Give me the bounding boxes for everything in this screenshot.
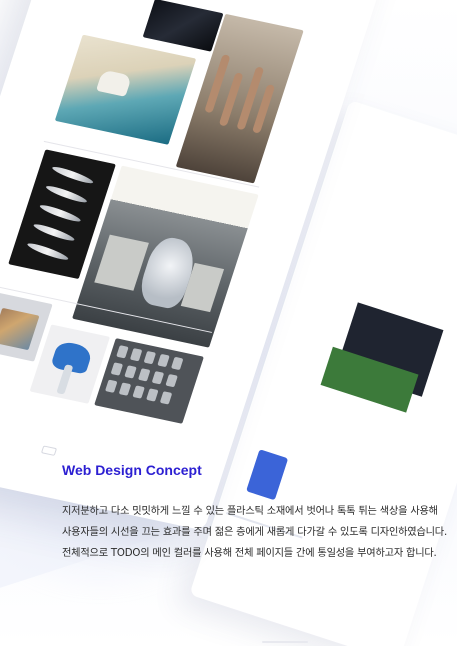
divider — [262, 641, 308, 643]
cup — [151, 371, 165, 385]
thumbnail-figure — [95, 69, 133, 97]
building — [94, 234, 149, 291]
section-title: Web Design Concept — [62, 462, 202, 478]
cup — [132, 385, 145, 399]
cup — [159, 391, 173, 405]
pagination-button[interactable] — [40, 445, 58, 456]
thumbnail-plastic-cups — [94, 338, 204, 424]
fish — [44, 183, 89, 205]
description-line: 지저분하고 다소 밋밋하게 느낄 수 있는 플라스틱 소재에서 벗어나 톡톡 튀… — [62, 506, 438, 517]
description-line: 전체적으로 TODO의 메인 컬러를 사용해 전체 페이지들 간에 통일성을 부… — [62, 548, 437, 559]
fish — [38, 202, 83, 225]
cup — [118, 382, 132, 396]
cup — [143, 350, 157, 365]
cup — [124, 365, 137, 379]
cup — [104, 379, 118, 393]
thumbnail-night-water — [142, 0, 224, 52]
cup — [137, 368, 151, 382]
portfolio-stage: Web Design Concept 지저분하고 다소 밋밋하게 느낄 수 있는… — [0, 0, 457, 646]
fish — [50, 164, 95, 186]
section-description: 지저분하고 다소 밋밋하게 느낄 수 있는 플라스틱 소재에서 벗어나 톡톡 튀… — [62, 501, 452, 564]
fish — [32, 221, 76, 244]
cup — [129, 348, 143, 362]
cup — [157, 353, 170, 368]
description-line: 사용자들의 시선을 끄는 효과를 주며 젊은 층에게 새롭게 다가갈 수 있도록… — [62, 527, 448, 538]
cup — [170, 356, 184, 371]
fish — [25, 240, 70, 263]
thumbnail-ocean-plastic — [54, 34, 197, 145]
packaging-contents — [0, 307, 40, 351]
cup — [165, 373, 178, 388]
thumbnail-blue — [246, 449, 289, 501]
cup — [146, 388, 159, 402]
cup — [116, 345, 129, 359]
cup — [110, 362, 124, 376]
